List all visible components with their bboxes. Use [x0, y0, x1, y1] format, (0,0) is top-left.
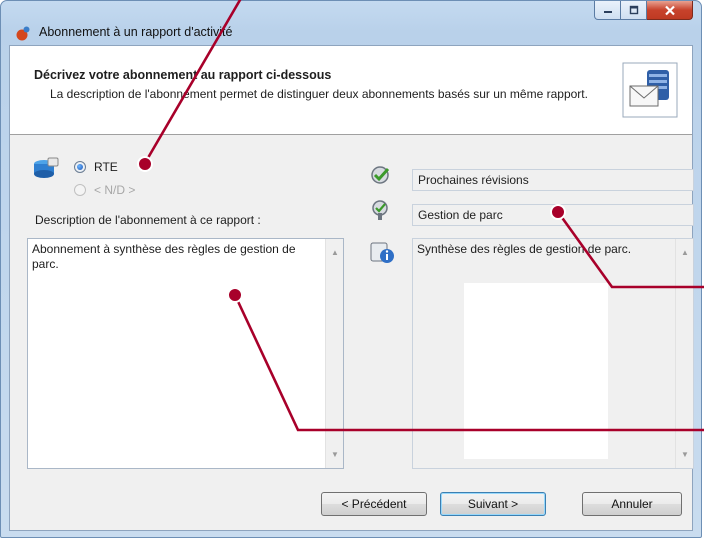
close-icon: [664, 5, 675, 15]
wizard-header: Décrivez votre abonnement au rapport ci-…: [10, 46, 692, 135]
scroll-up-icon[interactable]: ▲: [331, 245, 339, 260]
revision-icon: [371, 166, 390, 184]
minimize-button[interactable]: [594, 1, 621, 20]
summary-scrollbar[interactable]: ▲ ▼: [675, 239, 693, 468]
radio-label: < N/D >: [94, 183, 136, 197]
radio-label: RTE: [94, 160, 118, 174]
description-text: Abonnement à synthèse des règles de gest…: [32, 242, 296, 271]
database-icon: [34, 157, 59, 178]
scroll-down-icon[interactable]: ▼: [331, 447, 339, 462]
scroll-down-icon[interactable]: ▼: [681, 447, 689, 462]
category-field: Gestion de parc: [412, 204, 694, 226]
radio-button[interactable]: [74, 161, 86, 173]
app-icon: [16, 26, 30, 41]
cancel-button[interactable]: Annuler: [582, 492, 682, 516]
header-description: La description de l'abonnement permet de…: [50, 87, 588, 101]
minimize-icon: [603, 11, 612, 13]
summary-text: Synthèse des règles de gestion de parc.: [417, 242, 632, 256]
revisions-field: Prochaines révisions: [412, 169, 694, 191]
previous-button[interactable]: < Précédent: [321, 492, 427, 516]
info-icon: [370, 242, 394, 263]
description-label: Description de l'abonnement à ce rapport…: [35, 213, 261, 227]
category-icon: [372, 200, 388, 220]
summary-blank-area: [464, 283, 608, 459]
title-bar[interactable]: Abonnement à un rapport d'activité: [1, 1, 701, 41]
caption-buttons: [594, 1, 693, 21]
radio-button-disabled: [74, 184, 86, 196]
radio-option-nd: < N/D >: [74, 183, 135, 197]
description-textarea[interactable]: Abonnement à synthèse des règles de gest…: [27, 238, 344, 469]
maximize-icon: [629, 5, 638, 15]
next-button[interactable]: Suivant >: [440, 492, 546, 516]
header-title: Décrivez votre abonnement au rapport ci-…: [34, 68, 332, 82]
radio-option-rte[interactable]: RTE: [74, 160, 118, 174]
description-scrollbar[interactable]: ▲ ▼: [325, 239, 343, 468]
maximize-button[interactable]: [621, 1, 647, 20]
scroll-up-icon[interactable]: ▲: [681, 245, 689, 260]
subscription-header-icon: [622, 62, 678, 118]
close-button[interactable]: [647, 1, 693, 20]
window-title: Abonnement à un rapport d'activité: [39, 25, 233, 39]
